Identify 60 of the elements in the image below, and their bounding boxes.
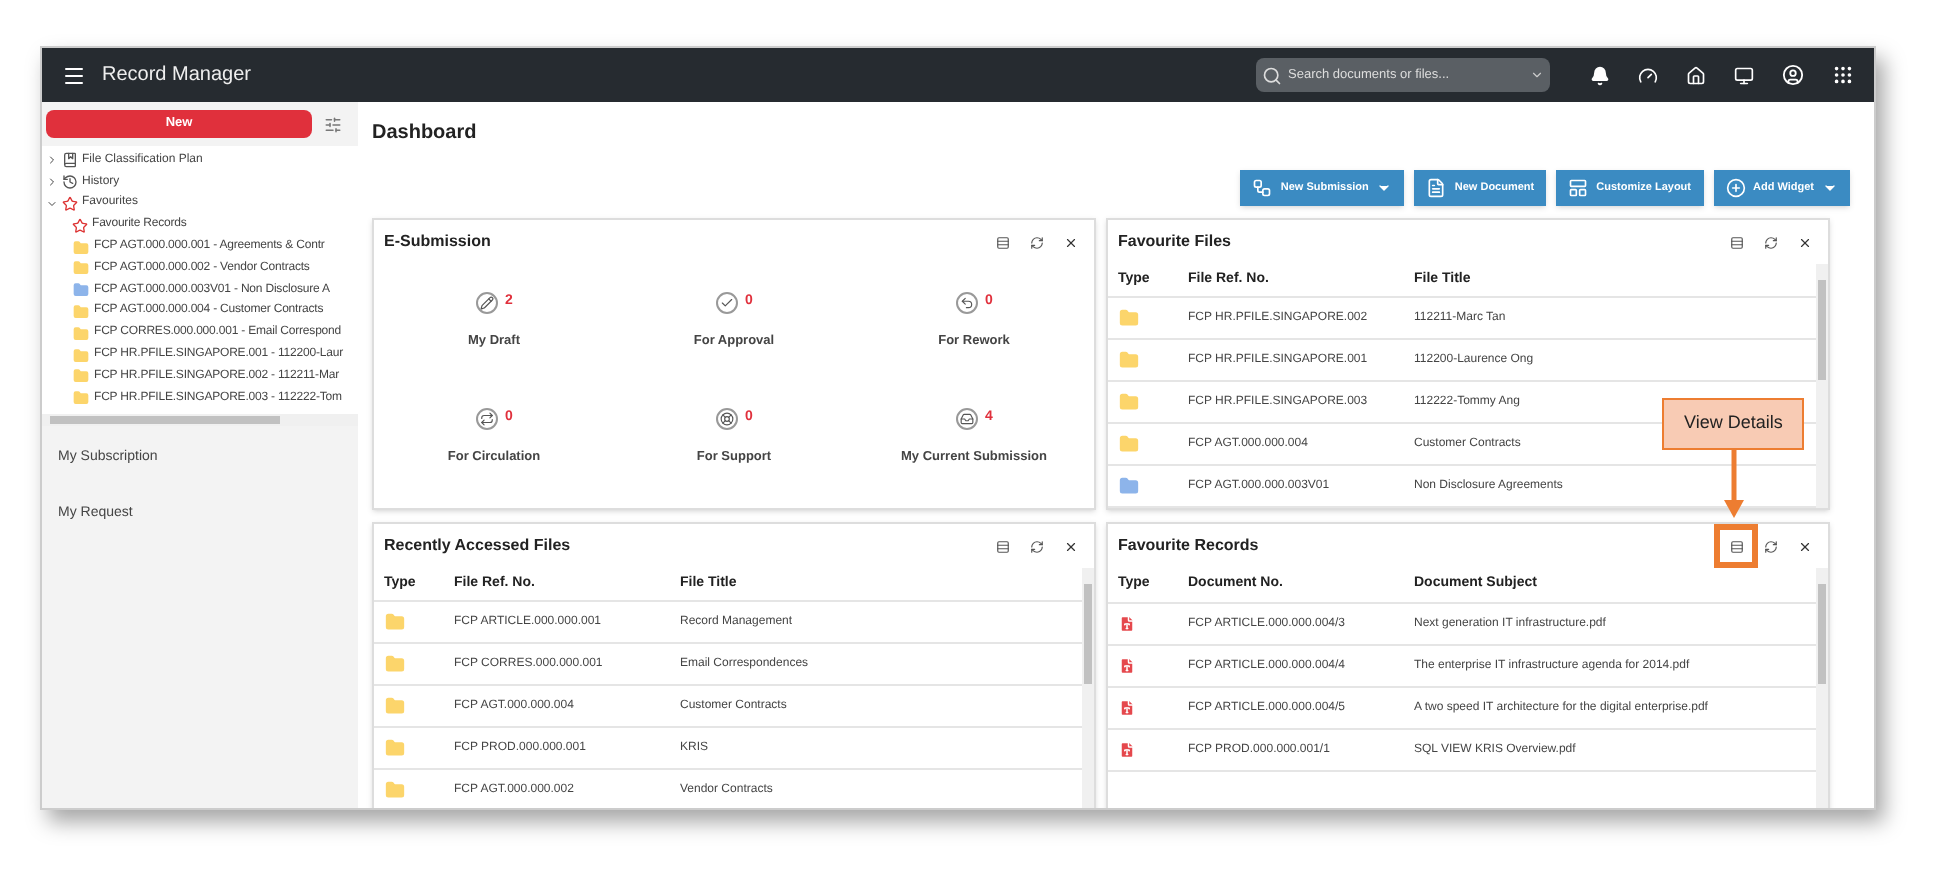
expand-chevron-icon[interactable] [46, 197, 58, 210]
filter-icon[interactable] [324, 115, 342, 133]
refresh-icon[interactable] [1764, 235, 1778, 249]
expand-chevron-icon[interactable] [46, 176, 58, 189]
folder-icon [384, 654, 406, 674]
view-list-icon [1729, 539, 1743, 553]
stat-icon [955, 292, 978, 315]
stat-icon [475, 292, 498, 315]
close-icon[interactable] [1798, 235, 1812, 249]
view-details-button[interactable] [994, 538, 1010, 554]
refresh-icon[interactable] [1030, 235, 1044, 249]
document-icon [1426, 178, 1447, 198]
monitor-icon[interactable] [1734, 65, 1754, 85]
close-icon[interactable] [1798, 539, 1812, 553]
callout-arrow [1723, 449, 1744, 517]
clock-icon [62, 174, 78, 191]
view-list-icon [995, 539, 1009, 553]
layout-icon [1568, 178, 1589, 198]
panel-title: Favourite Records [1118, 534, 1261, 558]
view-list-icon [1729, 235, 1743, 249]
view-details-button[interactable] [1714, 524, 1758, 568]
refresh-icon[interactable] [1764, 539, 1778, 553]
refresh-icon[interactable] [1030, 539, 1044, 553]
pdf-icon [1118, 698, 1136, 718]
app-title: Record Manager [102, 62, 251, 90]
callout-label: View Details [1662, 398, 1805, 449]
star-icon [62, 195, 78, 212]
dropdown-caret-icon[interactable] [1530, 68, 1544, 82]
panel-title: Favourite Files [1118, 230, 1233, 254]
pdf-icon [1118, 656, 1136, 676]
workflow-icon [1252, 178, 1273, 198]
star-icon [72, 217, 88, 234]
folder-icon [384, 612, 406, 632]
view-details-button[interactable] [1728, 234, 1744, 250]
menu-icon[interactable] [62, 63, 86, 87]
stat-icon [715, 292, 738, 315]
view-details-button[interactable] [994, 234, 1010, 250]
home-icon[interactable] [1686, 65, 1706, 85]
stat-icon [955, 408, 978, 431]
view-list-icon [995, 235, 1009, 249]
folder-icon [384, 696, 406, 716]
stat-icon [715, 408, 738, 431]
close-icon[interactable] [1064, 539, 1078, 553]
panel-title: Recently Accessed Files [384, 534, 573, 558]
bell-icon[interactable] [1590, 65, 1610, 85]
panel-title: E-Submission [384, 230, 493, 254]
book-icon [62, 152, 78, 169]
search-icon[interactable] [1262, 65, 1282, 85]
folder-icon [384, 780, 406, 800]
gauge-icon[interactable] [1638, 65, 1658, 85]
page-title: Dashboard [372, 120, 479, 146]
apps-grid-icon[interactable] [1832, 64, 1854, 86]
stat-icon [475, 408, 498, 431]
folder-icon [384, 738, 406, 758]
user-icon[interactable] [1782, 64, 1804, 86]
expand-chevron-icon[interactable] [46, 154, 58, 167]
pdf-icon [1118, 740, 1136, 760]
pdf-icon [1118, 614, 1136, 634]
close-icon[interactable] [1064, 235, 1078, 249]
plus-icon [1725, 178, 1745, 198]
